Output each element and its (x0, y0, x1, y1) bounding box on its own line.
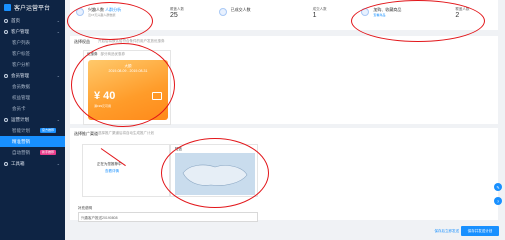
recommend-text: 正在为您推荐中 (97, 162, 122, 166)
sidebar-item-5[interactable]: 会员管理 ⌄ (0, 70, 65, 81)
sidebar-item-label: 客户分析 (12, 61, 30, 67)
stat-value: 25 (170, 12, 178, 19)
sidebar: 客户运营平台 首页 ⌄ 客户管理 ⌄ 客户列表客户标签客户分析会员管理 ⌄ 会员数据权益管理… (0, 0, 65, 240)
nav-icon (4, 161, 8, 166)
sidebar-item-0[interactable]: 首页 ⌄ (0, 15, 65, 26)
sidebar-item-label: 会员数据 (12, 83, 30, 89)
chevron-down-icon: ⌄ (56, 29, 60, 34)
main-content: 兴趣人数 人群分析 近15天兴趣人群数据 覆盖人数 25 已成交人数 成交人数 1 加购、… (65, 0, 505, 240)
sidebar-item-4[interactable]: 客户分析 (0, 59, 65, 70)
save-send-later[interactable]: 保存后立即发送 (435, 229, 460, 234)
annotation-oval (67, 2, 153, 40)
sidebar-item-7[interactable]: 权益管理 (0, 92, 65, 103)
nav-icon (4, 18, 8, 23)
app-brand: 客户运营平台 (0, 0, 65, 15)
sidebar-item-9[interactable]: 运营计划 ⌄ (0, 114, 65, 125)
sidebar-item-label: 工具箱 (11, 160, 25, 166)
sidebar-item-2[interactable]: 客户列表 (0, 37, 65, 48)
sidebar-item-12[interactable]: 自动营销 新手推荐 (0, 147, 65, 158)
sms-label: 补充说明 (78, 206, 92, 210)
sidebar-item-label: 客户列表 (12, 39, 30, 45)
annotation-oval (161, 138, 269, 208)
sidebar-item-label: 会员管理 (11, 72, 29, 78)
chevron-down-icon: ⌄ (56, 161, 60, 166)
sidebar-item-label: 权益管理 (12, 94, 30, 100)
annotation-oval (351, 0, 485, 42)
check-icon (218, 8, 227, 16)
sidebar-item-label: 精准营销 (12, 138, 30, 144)
nav-icon (4, 29, 8, 34)
section-title: 选择推广渠道 (74, 131, 98, 136)
sidebar-item-label: 自动营销 (12, 149, 30, 155)
section-title: 选择权益 (74, 39, 90, 44)
save-send-button[interactable]: 保存并发送计划 (461, 226, 499, 236)
nav-tag: 官方推荐 (39, 128, 56, 133)
sidebar-item-6[interactable]: 会员数据 (0, 81, 65, 92)
stat-label: 已成交人数 (230, 7, 251, 12)
chevron-down-icon: ⌄ (56, 117, 60, 122)
sidebar-item-label: 智能计划 (12, 127, 30, 133)
nav-icon (4, 73, 8, 78)
channel-section: 选择推广渠道 选择推广渠道后将自动生成推广计划 正在为您推荐中 查看详情 短信 … (70, 128, 498, 222)
sidebar-item-label: 会员卡 (12, 105, 26, 111)
recommend-link[interactable]: 查看详情 (105, 169, 119, 174)
sidebar-item-label: 首页 (11, 17, 20, 23)
stat-buyers[interactable]: 已成交人数 成交人数 1 (213, 0, 356, 30)
sms-input[interactable]: 兴趣客户推送20190808 (78, 212, 258, 222)
sidebar-item-label: 客户管理 (11, 28, 29, 34)
stat-value: 1 (312, 12, 317, 19)
app-logo (4, 4, 11, 11)
sidebar-item-13[interactable]: 工具箱 ⌄ (0, 158, 65, 169)
sidebar-item-label: 运营计划 (11, 116, 29, 122)
sidebar-item-11[interactable]: 精准营销 (0, 136, 65, 147)
app-title: 客户运营平台 (14, 6, 51, 12)
recommend-card[interactable]: 正在为您推荐中 查看详情 (82, 144, 170, 197)
edit-icon[interactable]: ✎ (494, 183, 502, 191)
annotation-oval (71, 43, 175, 127)
sidebar-item-1[interactable]: 客户管理 ⌄ (0, 26, 65, 37)
sidebar-item-3[interactable]: 客户标签 (0, 48, 65, 59)
sidebar-item-8[interactable]: 会员卡 (0, 103, 65, 114)
chevron-down-icon: ⌄ (56, 73, 60, 78)
help-icon[interactable]: ? (494, 197, 502, 205)
chevron-down-icon: ⌄ (56, 18, 60, 23)
sidebar-item-10[interactable]: 智能计划 官方推荐 (0, 125, 65, 136)
nav-tag: 新手推荐 (39, 150, 56, 155)
section-hint: 选择推广渠道后将自动生成推广计划 (98, 131, 154, 135)
nav-icon (4, 117, 8, 122)
sidebar-item-label: 客户标签 (12, 50, 30, 56)
